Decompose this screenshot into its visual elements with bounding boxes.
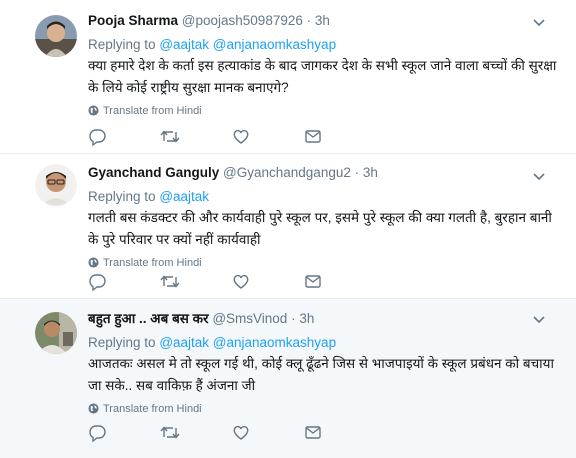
retweet-icon[interactable] (160, 127, 232, 147)
tweet[interactable]: Gyanchand Ganguly @Gyanchandgangu2 · 3h … (0, 154, 576, 299)
tweet-actions (88, 127, 376, 147)
translate-link[interactable]: Translate from Hindi (88, 401, 566, 417)
tweet-actions (88, 272, 376, 292)
globe-icon (88, 105, 99, 116)
timestamp[interactable]: 3h (363, 165, 378, 180)
heart-icon[interactable] (232, 423, 304, 443)
tweet-text: क्या हमारे देश के कर्ता इस हत्याकांड के … (88, 58, 557, 95)
envelope-icon[interactable] (304, 423, 376, 443)
replying-to-link[interactable]: @aajtak (159, 189, 209, 204)
globe-icon (88, 403, 99, 414)
separator-dot: · (291, 311, 296, 326)
replying-prefix: Replying to (88, 335, 156, 350)
globe-icon (88, 257, 99, 268)
avatar[interactable] (35, 164, 77, 206)
timestamp[interactable]: 3h (299, 311, 314, 326)
reply-icon[interactable] (88, 272, 160, 292)
tweet-text: गलती बस कंडक्टर की और कार्यवाही पुरे स्क… (88, 210, 552, 247)
reply-icon[interactable] (88, 423, 160, 443)
reply-icon[interactable] (88, 127, 160, 147)
heart-icon[interactable] (232, 127, 304, 147)
replying-to-link[interactable]: @aajtak @anjanaomkashyap (159, 37, 336, 52)
retweet-icon[interactable] (160, 423, 232, 443)
translate-label[interactable]: Translate from Hindi (103, 403, 202, 415)
tweet[interactable]: बहुत हुआ .. अब बस कर @SmsVinod · 3h Repl… (0, 299, 576, 458)
translate-label[interactable]: Translate from Hindi (103, 105, 202, 117)
display-name[interactable]: Gyanchand Ganguly (88, 165, 219, 180)
avatar[interactable] (35, 312, 77, 354)
translate-link[interactable]: Translate from Hindi (88, 103, 566, 119)
replying-to: Replying to @aajtak @anjanaomkashyap (88, 334, 566, 352)
tweet[interactable]: Pooja Sharma @poojash50987926 · 3h Reply… (0, 0, 576, 154)
user-handle[interactable]: @SmsVinod (212, 311, 287, 326)
retweet-icon[interactable] (160, 272, 232, 292)
display-name[interactable]: बहुत हुआ .. अब बस कर (88, 311, 209, 326)
replying-prefix: Replying to (88, 189, 156, 204)
heart-icon[interactable] (232, 272, 304, 292)
envelope-icon[interactable] (304, 127, 376, 147)
user-handle[interactable]: @Gyanchandgangu2 (223, 165, 351, 180)
replying-to: Replying to @aajtak @anjanaomkashyap (88, 36, 566, 54)
separator-dot: · (306, 13, 312, 28)
replying-to: Replying to @aajtak (88, 188, 566, 206)
envelope-icon[interactable] (304, 272, 376, 292)
translate-link[interactable]: Translate from Hindi (88, 255, 566, 271)
replying-prefix: Replying to (88, 37, 156, 52)
tweet-actions (88, 423, 376, 443)
tweet-header: Gyanchand Ganguly @Gyanchandgangu2 · 3h (88, 164, 566, 182)
user-handle[interactable]: @poojash50987926 (182, 13, 303, 28)
separator-dot: · (354, 165, 360, 180)
display-name[interactable]: Pooja Sharma (88, 13, 178, 28)
tweet-text: आजतकः असल मे तो स्कूल गई थी, कोई क्लू ढू… (88, 356, 554, 393)
translate-label[interactable]: Translate from Hindi (103, 257, 202, 269)
replying-to-link[interactable]: @aajtak @anjanaomkashyap (159, 335, 336, 350)
timestamp[interactable]: 3h (315, 13, 330, 28)
avatar[interactable] (35, 15, 77, 57)
tweet-header: Pooja Sharma @poojash50987926 · 3h (88, 12, 566, 30)
tweet-header: बहुत हुआ .. अब बस कर @SmsVinod · 3h (88, 310, 566, 328)
